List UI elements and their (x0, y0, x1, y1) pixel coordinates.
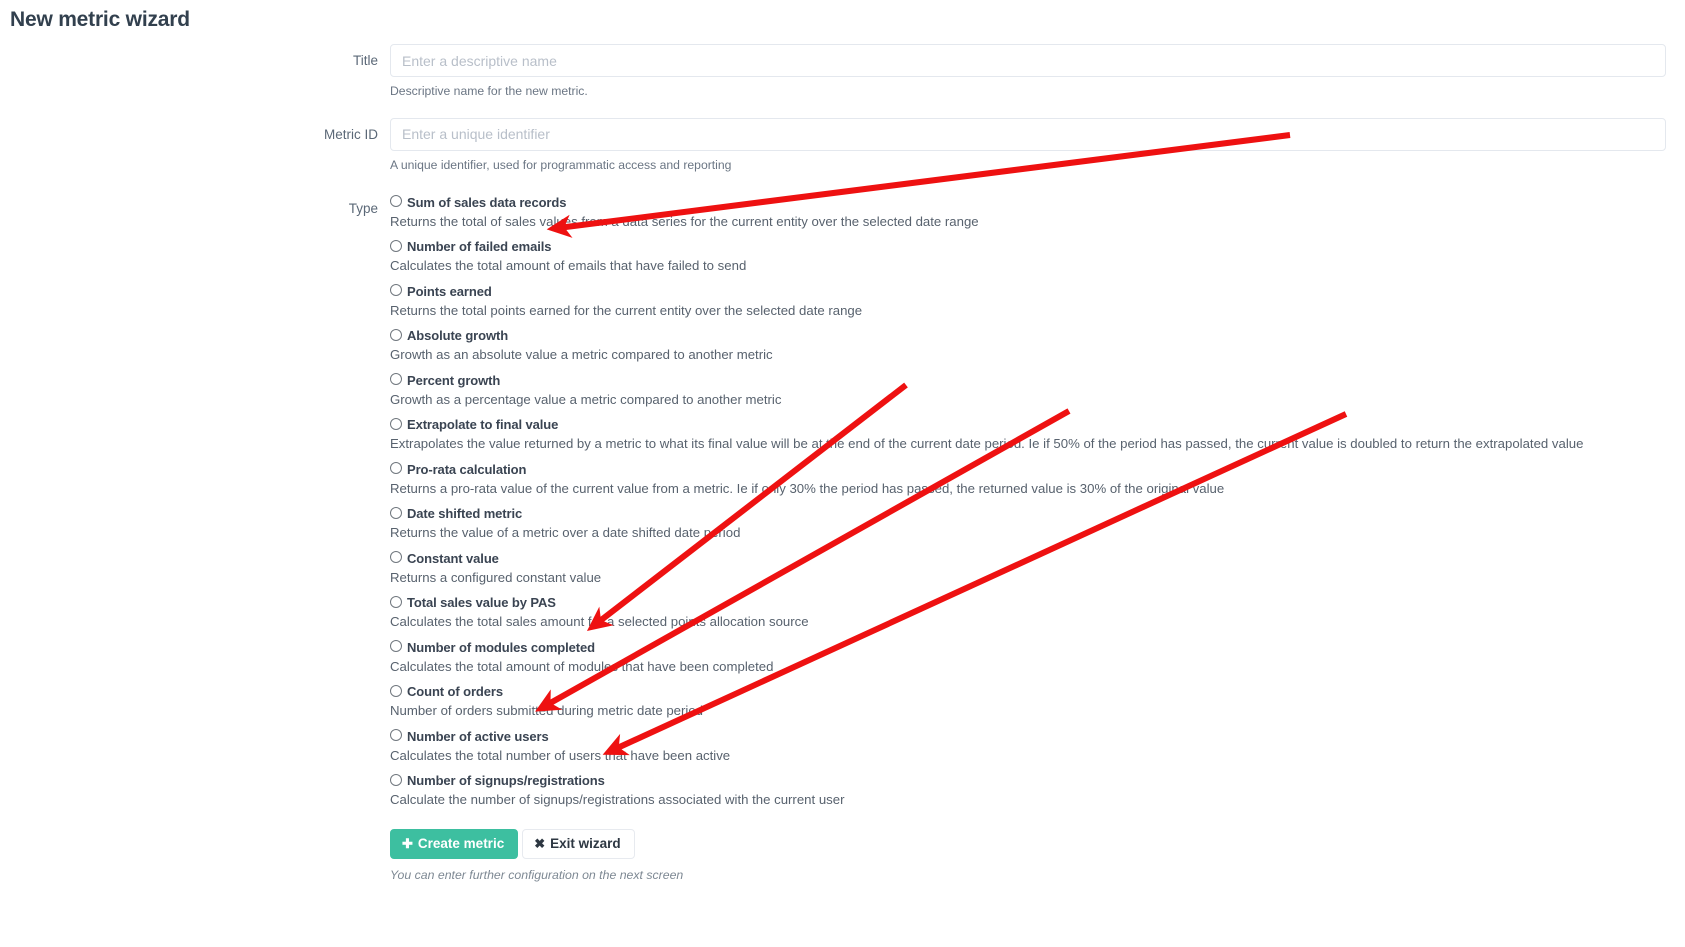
metric-type-option-description: Returns a pro-rata value of the current … (390, 480, 1225, 496)
metric-type-option-label: Number of active users (407, 728, 549, 744)
type-field-wrap: Sum of sales data records Returns the tot… (390, 192, 1685, 883)
metric-type-option-head[interactable]: Pro-rata calculation (390, 461, 1666, 477)
metric-type-option[interactable]: Points earned Returns the total points ea… (390, 283, 1666, 320)
radio-button-icon[interactable] (390, 506, 402, 519)
metric-type-option[interactable]: Percent growth Growth as a percentage val… (390, 372, 1666, 409)
metric-type-option-label: Number of modules completed (407, 639, 595, 655)
metric-type-radio-group[interactable]: Sum of sales data records Returns the tot… (390, 192, 1666, 809)
metric-type-option-label: Date shifted metric (407, 506, 523, 522)
radio-button-icon[interactable] (390, 373, 402, 386)
radio-button-icon[interactable] (390, 729, 402, 742)
metric-type-option-description: Returns the value of a metric over a dat… (390, 525, 741, 541)
metric-type-option-description: Calculates the total number of users tha… (390, 747, 731, 763)
metric-id-input[interactable] (390, 117, 1666, 151)
metric-id-label: Metric ID (324, 126, 378, 142)
wizard-note: You can enter further configuration on t… (390, 868, 684, 883)
metric-type-option[interactable]: Number of active users Calculates the tot… (390, 728, 1666, 765)
type-label: Type (348, 200, 378, 216)
metric-type-option-description: Number of orders submitted during metric… (390, 703, 703, 719)
metric-id-help-text: A unique identifier, used for programmat… (390, 157, 732, 172)
metric-type-option[interactable]: Total sales value by PAS Calculates the t… (390, 595, 1666, 631)
metric-type-option[interactable]: Sum of sales data records Returns the tot… (390, 194, 1666, 231)
exit-wizard-button[interactable]: ✖ Exit wizard (522, 828, 635, 860)
metric-type-option-description: Extrapolates the value returned by a met… (390, 436, 1584, 452)
form-row-title: Title Descriptive name for the new metri… (0, 44, 1685, 118)
metric-type-option-label: Count of orders (407, 684, 503, 700)
radio-button-icon[interactable] (390, 462, 402, 475)
metric-type-option-head[interactable]: Constant value (390, 550, 1666, 566)
radio-button-icon[interactable] (390, 595, 402, 608)
create-metric-label: Create metric (417, 835, 505, 851)
metric-type-option-description: Returns a configured constant value (390, 569, 602, 585)
metric-type-option-head[interactable]: Absolute growth (390, 328, 1666, 344)
form-row-type: Type Sum of sales data records Returns th… (0, 192, 1685, 883)
metric-type-option-description: Calculates the total amount of modules t… (390, 658, 774, 674)
new-metric-form: Title Descriptive name for the new metri… (0, 44, 1685, 882)
metric-type-option[interactable]: Count of orders Number of orders submitte… (390, 684, 1666, 720)
metric-type-option-label: Pro-rata calculation (407, 461, 527, 477)
radio-button-icon[interactable] (390, 239, 402, 252)
metric-type-option[interactable]: Number of failed emails Calculates the to… (390, 239, 1666, 275)
metric-type-option-label: Constant value (407, 550, 499, 566)
metric-type-option-head[interactable]: Number of signups/registrations (390, 773, 1666, 789)
title-field-wrap: Descriptive name for the new metric. (390, 44, 1685, 118)
metric-type-option[interactable]: Date shifted metric Returns the value of … (390, 506, 1666, 542)
metric-type-option-description: Returns the total points earned for the … (390, 302, 863, 318)
metric-type-option-head[interactable]: Sum of sales data records (390, 194, 1666, 210)
metric-type-option-head[interactable]: Extrapolate to final value (390, 417, 1666, 433)
metric-type-option-description: Growth as an absolute value a metric com… (390, 347, 773, 363)
metric-type-option-head[interactable]: Number of active users (390, 728, 1666, 744)
title-input[interactable] (390, 44, 1666, 77)
radio-button-icon[interactable] (390, 640, 402, 653)
metric-type-option-head[interactable]: Date shifted metric (390, 506, 1666, 522)
metric-type-option-label: Percent growth (407, 372, 501, 388)
metric-type-option-head[interactable]: Number of failed emails (390, 239, 1666, 255)
radio-button-icon[interactable] (390, 195, 402, 208)
radio-button-icon[interactable] (390, 328, 402, 341)
plus-icon: ✚ (402, 835, 413, 851)
radio-button-icon[interactable] (390, 284, 402, 297)
metric-type-option-description: Calculates the total sales amount for a … (390, 614, 809, 630)
metric-type-option-description: Growth as a percentage value a metric co… (390, 391, 782, 407)
page-title: New metric wizard (10, 8, 190, 31)
metric-type-option[interactable]: Extrapolate to final value Extrapolates t… (390, 417, 1666, 453)
metric-type-option-head[interactable]: Points earned (390, 283, 1666, 299)
metric-type-option-head[interactable]: Number of modules completed (390, 639, 1666, 655)
metric-type-option-label: Sum of sales data records (407, 194, 567, 210)
metric-type-option-description: Calculate the number of signups/registra… (390, 792, 845, 808)
wizard-actions: ✚ Create metric ✖ Exit wizard (390, 828, 1666, 860)
title-help-text: Descriptive name for the new metric. (390, 84, 588, 98)
metric-type-option[interactable]: Constant value Returns a configured const… (390, 550, 1666, 587)
metric-type-option-description: Calculates the total amount of emails th… (390, 258, 747, 274)
metric-type-option-head[interactable]: Count of orders (390, 684, 1666, 700)
metric-type-option-label: Extrapolate to final value (407, 417, 559, 433)
metric-type-option[interactable]: Number of modules completed Calculates th… (390, 639, 1666, 676)
metric-type-option-label: Number of signups/registrations (407, 773, 605, 789)
radio-button-icon[interactable] (390, 773, 402, 786)
metric-type-option[interactable]: Pro-rata calculation Returns a pro-rata v… (390, 461, 1666, 498)
exit-wizard-label: Exit wizard (550, 835, 621, 851)
radio-button-icon[interactable] (390, 417, 402, 430)
metric-type-option-label: Points earned (407, 283, 492, 299)
metric-type-option[interactable]: Absolute growth Growth as an absolute val… (390, 328, 1666, 364)
create-metric-button[interactable]: ✚ Create metric (390, 828, 519, 860)
radio-button-icon[interactable] (390, 684, 402, 697)
metric-id-field-wrap: A unique identifier, used for programmat… (390, 117, 1685, 192)
metric-type-option-head[interactable]: Total sales value by PAS (390, 595, 1666, 611)
form-row-metric-id: Metric ID A unique identifier, used for … (0, 117, 1685, 192)
metric-type-option-label: Number of failed emails (407, 239, 552, 255)
radio-button-icon[interactable] (390, 551, 402, 564)
metric-type-option-head[interactable]: Percent growth (390, 372, 1666, 388)
x-icon: ✖ (534, 835, 546, 851)
metric-type-option-description: Returns the total of sales values from a… (390, 213, 979, 229)
metric-type-option-label: Total sales value by PAS (407, 595, 556, 611)
title-label: Title (352, 53, 378, 68)
metric-type-option[interactable]: Number of signups/registrations Calculate… (390, 773, 1666, 809)
metric-type-option-label: Absolute growth (407, 328, 509, 344)
